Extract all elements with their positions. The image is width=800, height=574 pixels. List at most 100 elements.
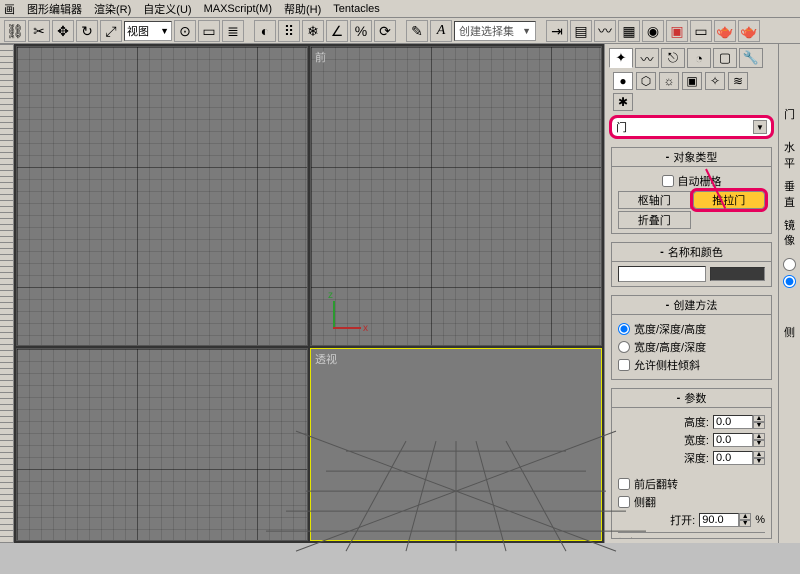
viewport-top-right[interactable]: 前 z x: [310, 46, 602, 346]
motion-tab-icon[interactable]: ◔: [687, 48, 711, 68]
side-label: 垂直: [779, 176, 800, 215]
viewport-perspective[interactable]: 透视: [310, 348, 602, 541]
rollout-create-method: -创建方法 宽度/深度/高度 宽度/高度/深度 允许侧柱倾斜: [611, 295, 772, 380]
side-label: 水平: [779, 137, 800, 176]
chevron-down-icon: ▼: [160, 26, 169, 36]
menu-item[interactable]: 自定义(U): [143, 1, 191, 17]
viewport-area: 前 z x 透视: [14, 44, 604, 543]
open-unit: %: [755, 514, 765, 526]
rollout-header[interactable]: -参数: [612, 389, 771, 408]
side-panel-right: 门 水平 垂直 镜像 侧: [778, 44, 800, 543]
space-warps-icon[interactable]: ≋: [728, 72, 748, 90]
hierarchy-tab-icon[interactable]: ⎋: [661, 48, 685, 68]
bifold-door-button[interactable]: 折叠门: [618, 211, 691, 229]
display-tab-icon[interactable]: ▢: [713, 48, 737, 68]
viewport-top-left[interactable]: [16, 46, 308, 346]
render-icon[interactable]: 🫖: [738, 20, 760, 42]
rollout-header[interactable]: -创建方法: [612, 296, 771, 315]
select-icon[interactable]: ▭: [198, 20, 220, 42]
object-name-input[interactable]: [618, 266, 706, 282]
rollout-name-color: -名称和颜色: [611, 242, 772, 287]
chevron-down-icon: ▼: [522, 26, 531, 36]
selection-set-placeholder: 创建选择集: [459, 23, 514, 39]
rollout-header[interactable]: -名称和颜色: [612, 243, 771, 262]
chevron-down-icon: ▼: [753, 120, 767, 134]
open-spinner[interactable]: ▲▼: [699, 513, 751, 527]
move-icon[interactable]: ✥: [52, 20, 74, 42]
align-icon[interactable]: ⇥: [546, 20, 568, 42]
viewport-label: 透视: [315, 351, 337, 367]
pivot-door-button[interactable]: 枢轴门: [618, 191, 691, 209]
edit-named-icon[interactable]: ✎: [406, 20, 428, 42]
command-panel-tabs: ✦ 〰 ⎋ ◔ ▢ 🔧: [605, 44, 778, 68]
color-swatch[interactable]: [710, 267, 765, 281]
rotate-icon[interactable]: ↻: [76, 20, 98, 42]
angle-snap-icon[interactable]: ∠: [326, 20, 348, 42]
scale-icon[interactable]: ⤢: [100, 20, 122, 42]
axis-z-label: z: [328, 290, 333, 301]
link-icon[interactable]: ⛓: [4, 20, 26, 42]
menu-item[interactable]: Tentacles: [333, 3, 379, 15]
cameras-icon[interactable]: ▣: [682, 72, 702, 90]
side-label: 镜像: [779, 215, 800, 254]
create-subtabs: ● ⬡ ☼ ▣ ✧ ≋ ✱: [605, 68, 778, 115]
menu-bar: 画 图形编辑器 渲染(R) 自定义(U) MAXScript(M) 帮助(H) …: [0, 0, 800, 18]
autogrid-checkbox[interactable]: [662, 175, 674, 187]
sliding-door-button[interactable]: 推拉门: [693, 191, 766, 209]
viewport-label: 前: [315, 49, 326, 65]
systems-icon[interactable]: ✱: [613, 93, 633, 111]
percent-snap-icon[interactable]: %: [350, 20, 372, 42]
ref-coord-label: 视图: [127, 23, 149, 39]
wdh-label: 宽度/深度/高度: [634, 321, 706, 337]
side-radio[interactable]: [783, 275, 796, 288]
snap-icon[interactable]: ❄: [302, 20, 324, 42]
quick-render-icon[interactable]: 🫖: [714, 20, 736, 42]
side-radio[interactable]: [783, 258, 796, 271]
rollout-header[interactable]: -对象类型: [612, 148, 771, 167]
side-label: 门: [779, 104, 800, 127]
depth-spinner[interactable]: ▲▼: [713, 451, 765, 465]
menu-item[interactable]: 画: [4, 1, 15, 17]
side-label: 侧: [779, 322, 800, 345]
whd-radio[interactable]: [618, 341, 630, 353]
perspective-grid: [256, 411, 656, 574]
shapes-icon[interactable]: ⬡: [636, 72, 656, 90]
selection-set-input[interactable]: 创建选择集 ▼: [454, 21, 536, 41]
menu-item[interactable]: 渲染(R): [94, 1, 131, 17]
spinner-snap-icon[interactable]: ⟳: [374, 20, 396, 42]
array-icon[interactable]: ⠿: [278, 20, 300, 42]
render-frame-icon[interactable]: ▭: [690, 20, 712, 42]
wdh-radio[interactable]: [618, 323, 630, 335]
menu-item[interactable]: MAXScript(M): [204, 3, 272, 15]
axis-x-label: x: [363, 323, 368, 334]
menu-item[interactable]: 图形编辑器: [27, 1, 82, 17]
font-icon[interactable]: A: [430, 20, 452, 42]
lights-icon[interactable]: ☼: [659, 72, 679, 90]
schematic-icon[interactable]: ▦: [618, 20, 640, 42]
geometry-icon[interactable]: ●: [613, 72, 633, 90]
category-dropdown[interactable]: 门 ▼: [611, 117, 772, 137]
create-tab-icon[interactable]: ✦: [609, 48, 633, 68]
utilities-tab-icon[interactable]: 🔧: [739, 48, 763, 68]
unlink-icon[interactable]: ✂: [28, 20, 50, 42]
height-spinner[interactable]: ▲▼: [713, 415, 765, 429]
menu-item[interactable]: 帮助(H): [284, 1, 321, 17]
category-dropdown-label: 门: [616, 119, 627, 135]
rollout-object-type: -对象类型 自动栅格 枢轴门 推拉门 折叠门: [611, 147, 772, 234]
ref-coord-select[interactable]: 视图 ▼: [124, 21, 172, 41]
allow-tilt-checkbox[interactable]: [618, 359, 630, 371]
helpers-icon[interactable]: ✧: [705, 72, 725, 90]
list-icon[interactable]: ≣: [222, 20, 244, 42]
curve-editor-icon[interactable]: 〰: [594, 20, 616, 42]
material-icon[interactable]: ◉: [642, 20, 664, 42]
allow-tilt-label: 允许侧柱倾斜: [634, 357, 700, 373]
render-setup-icon[interactable]: ▣: [666, 20, 688, 42]
modify-tab-icon[interactable]: 〰: [635, 48, 659, 68]
whd-label: 宽度/高度/深度: [634, 339, 706, 355]
ruler: [0, 44, 14, 543]
width-spinner[interactable]: ▲▼: [713, 433, 765, 447]
mirror-icon[interactable]: ◐: [254, 20, 276, 42]
layers-icon[interactable]: ▤: [570, 20, 592, 42]
main-toolbar: ⛓ ✂ ✥ ↻ ⤢ 视图 ▼ ⊙ ▭ ≣ ◐ ⠿ ❄ ∠ % ⟳ ✎ A 创建选…: [0, 18, 800, 44]
center-icon[interactable]: ⊙: [174, 20, 196, 42]
